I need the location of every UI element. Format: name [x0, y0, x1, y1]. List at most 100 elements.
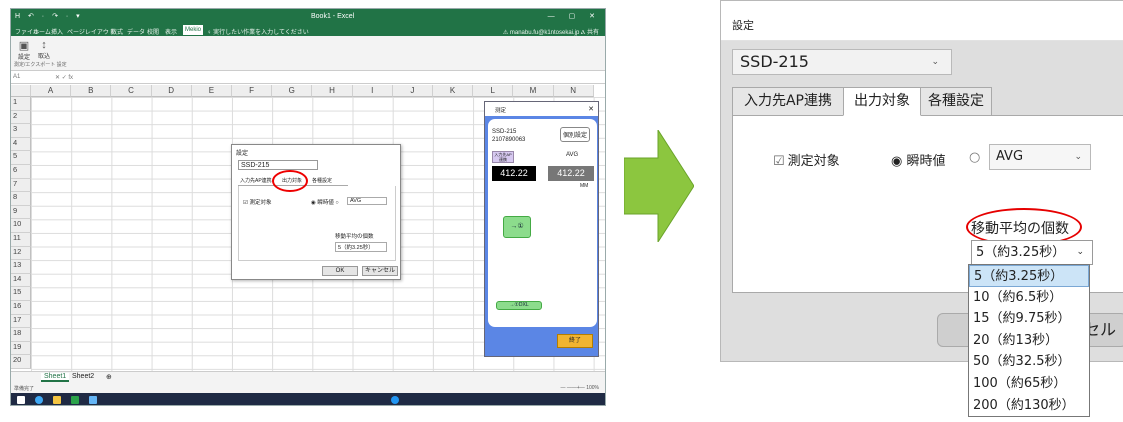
individual-settings-button[interactable]: 個別設定: [560, 127, 591, 142]
moving-average-select[interactable]: 5（約3.25秒） ⌄: [971, 240, 1093, 265]
help-icon[interactable]: [391, 396, 399, 404]
ribbon-group-label: 測定/エクスポート 設定: [14, 62, 67, 68]
device-select[interactable]: SSD-215 ⌄: [732, 49, 952, 75]
tell-me-search[interactable]: ♀ 実行したい作業を入力してください: [207, 27, 309, 36]
excel-window: H ↶ · ↷ · ▾ Book1 - Excel — ▢ ✕ ファイル ホーム…: [10, 8, 606, 406]
arrow-right-icon: [624, 130, 694, 242]
mini-radio-group[interactable]: ◉ 瞬時値 ○: [311, 198, 339, 206]
formula-buttons[interactable]: ✕ ✓ fx: [55, 74, 73, 81]
dropdown-option[interactable]: 100（約65秒）: [969, 373, 1089, 395]
radio-instant-value[interactable]: ◉ 瞬時値: [891, 150, 945, 169]
name-box[interactable]: A1: [13, 74, 43, 80]
row-header[interactable]: 18: [11, 328, 31, 342]
tab-insert[interactable]: 挿入: [51, 27, 63, 36]
mini-tab-settings[interactable]: 各種設定: [312, 177, 332, 184]
dropdown-option[interactable]: 200（約130秒）: [969, 395, 1089, 417]
app-taskbar-icon[interactable]: [89, 396, 97, 404]
column-header[interactable]: D: [151, 85, 192, 97]
quick-access-toolbar[interactable]: H ↶ · ↷ · ▾: [15, 12, 83, 20]
tab-formulas[interactable]: 数式: [111, 27, 123, 36]
column-header[interactable]: E: [191, 85, 232, 97]
zoom-slider[interactable]: — ——+— 100%: [561, 385, 600, 391]
row-header[interactable]: 8: [11, 192, 31, 206]
measure-target-checkbox[interactable]: ☑ 測定対象: [773, 150, 840, 169]
column-header[interactable]: H: [312, 85, 353, 97]
tab-various-settings[interactable]: 各種設定: [920, 87, 992, 116]
dxl-button[interactable]: →①DXL: [496, 301, 542, 310]
excel-taskbar-icon[interactable]: [71, 396, 79, 404]
avg-select[interactable]: AVG ⌄: [989, 144, 1091, 170]
dropdown-option[interactable]: 15（約9.75秒）: [969, 308, 1089, 330]
column-header[interactable]: F: [232, 85, 273, 97]
row-header[interactable]: 9: [11, 205, 31, 220]
dropdown-option[interactable]: 20（約13秒）: [969, 330, 1089, 352]
row-header[interactable]: 10: [11, 219, 31, 233]
row-header[interactable]: 1: [11, 97, 31, 111]
mini-measure-checkbox[interactable]: ☑ 測定対象: [243, 198, 271, 206]
mini-ok-button[interactable]: OK: [322, 266, 358, 276]
tab-data[interactable]: データ: [127, 27, 145, 36]
browser-icon[interactable]: [35, 396, 43, 404]
row-header[interactable]: 14: [11, 273, 31, 288]
tab-input-ap-link[interactable]: 入力先AP連携: [732, 87, 844, 116]
explorer-icon[interactable]: [53, 396, 61, 404]
add-sheet-icon[interactable]: ⊕: [103, 373, 115, 381]
device-name: SSD-215: [492, 129, 517, 135]
dropdown-option[interactable]: 50（約32.5秒）: [969, 351, 1089, 373]
end-button[interactable]: 終了: [557, 334, 593, 348]
close-icon[interactable]: ✕: [588, 105, 594, 113]
column-header[interactable]: J: [392, 85, 433, 97]
tab-mekio[interactable]: Mekio: [183, 25, 204, 35]
column-header[interactable]: I: [352, 85, 393, 97]
sheet-tab-2[interactable]: Sheet2: [69, 373, 97, 380]
column-header[interactable]: N: [553, 85, 594, 97]
mini-device-select[interactable]: SSD-215: [238, 160, 318, 170]
dropdown-option[interactable]: 5（約3.25秒）: [969, 265, 1089, 287]
column-header[interactable]: G: [272, 85, 313, 97]
row-header[interactable]: 20: [11, 355, 31, 369]
row-header[interactable]: 12: [11, 246, 31, 261]
row-header[interactable]: 19: [11, 341, 31, 356]
row-header[interactable]: 15: [11, 287, 31, 301]
row-header[interactable]: 4: [11, 137, 31, 152]
row-header[interactable]: 7: [11, 178, 31, 193]
mini-cancel-button[interactable]: キャンセル: [362, 266, 398, 276]
row-header[interactable]: 3: [11, 124, 31, 138]
device-avg-select[interactable]: AVG: [566, 152, 578, 158]
mini-ma-select[interactable]: 5（約3.25秒）: [335, 242, 387, 252]
row-header[interactable]: 16: [11, 301, 31, 315]
tab-home[interactable]: ホーム: [33, 27, 51, 36]
mini-tab-input-ap[interactable]: 入力先AP連携: [240, 177, 272, 184]
column-header[interactable]: B: [71, 85, 112, 97]
row-header[interactable]: 13: [11, 260, 31, 274]
window-controls[interactable]: — ▢ ✕: [548, 12, 601, 20]
ribbon-settings-button[interactable]: ▣ 設定: [15, 39, 33, 61]
tab-view[interactable]: 表示: [165, 27, 177, 36]
row-header[interactable]: 17: [11, 314, 31, 329]
input-ap-tag: 入力先AP連携: [492, 151, 514, 163]
ribbon-import-button[interactable]: ↕ 取込: [35, 39, 53, 60]
tab-review[interactable]: 校閲: [147, 27, 159, 36]
dropdown-option[interactable]: 10（約6.5秒）: [969, 287, 1089, 309]
row-header[interactable]: 2: [11, 110, 31, 125]
column-header[interactable]: A: [31, 85, 72, 97]
radio-avg[interactable]: ○: [969, 150, 980, 165]
status-bar: 準備完了 — ——+— 100%: [11, 383, 605, 393]
row-header[interactable]: 11: [11, 233, 31, 247]
tab-output-target[interactable]: 出力対象: [843, 87, 921, 116]
mini-avg-select[interactable]: AVG: [347, 197, 387, 205]
column-header[interactable]: M: [513, 85, 554, 97]
sheet-tab-1[interactable]: Sheet1: [41, 373, 70, 382]
start-icon[interactable]: [17, 396, 25, 404]
column-header[interactable]: C: [111, 85, 152, 97]
avg-select-value: AVG: [996, 149, 1024, 164]
tab-page-layout[interactable]: ページレイアウト: [67, 27, 115, 36]
row-header[interactable]: 5: [11, 151, 31, 165]
column-header[interactable]: K: [433, 85, 474, 97]
row-header[interactable]: 6: [11, 165, 31, 179]
dialog-title: 設定: [732, 19, 754, 32]
measure-button[interactable]: →①: [503, 216, 531, 238]
column-header[interactable]: L: [473, 85, 514, 97]
select-all-corner[interactable]: [11, 85, 31, 97]
checkbox-icon: ☑: [773, 154, 785, 169]
